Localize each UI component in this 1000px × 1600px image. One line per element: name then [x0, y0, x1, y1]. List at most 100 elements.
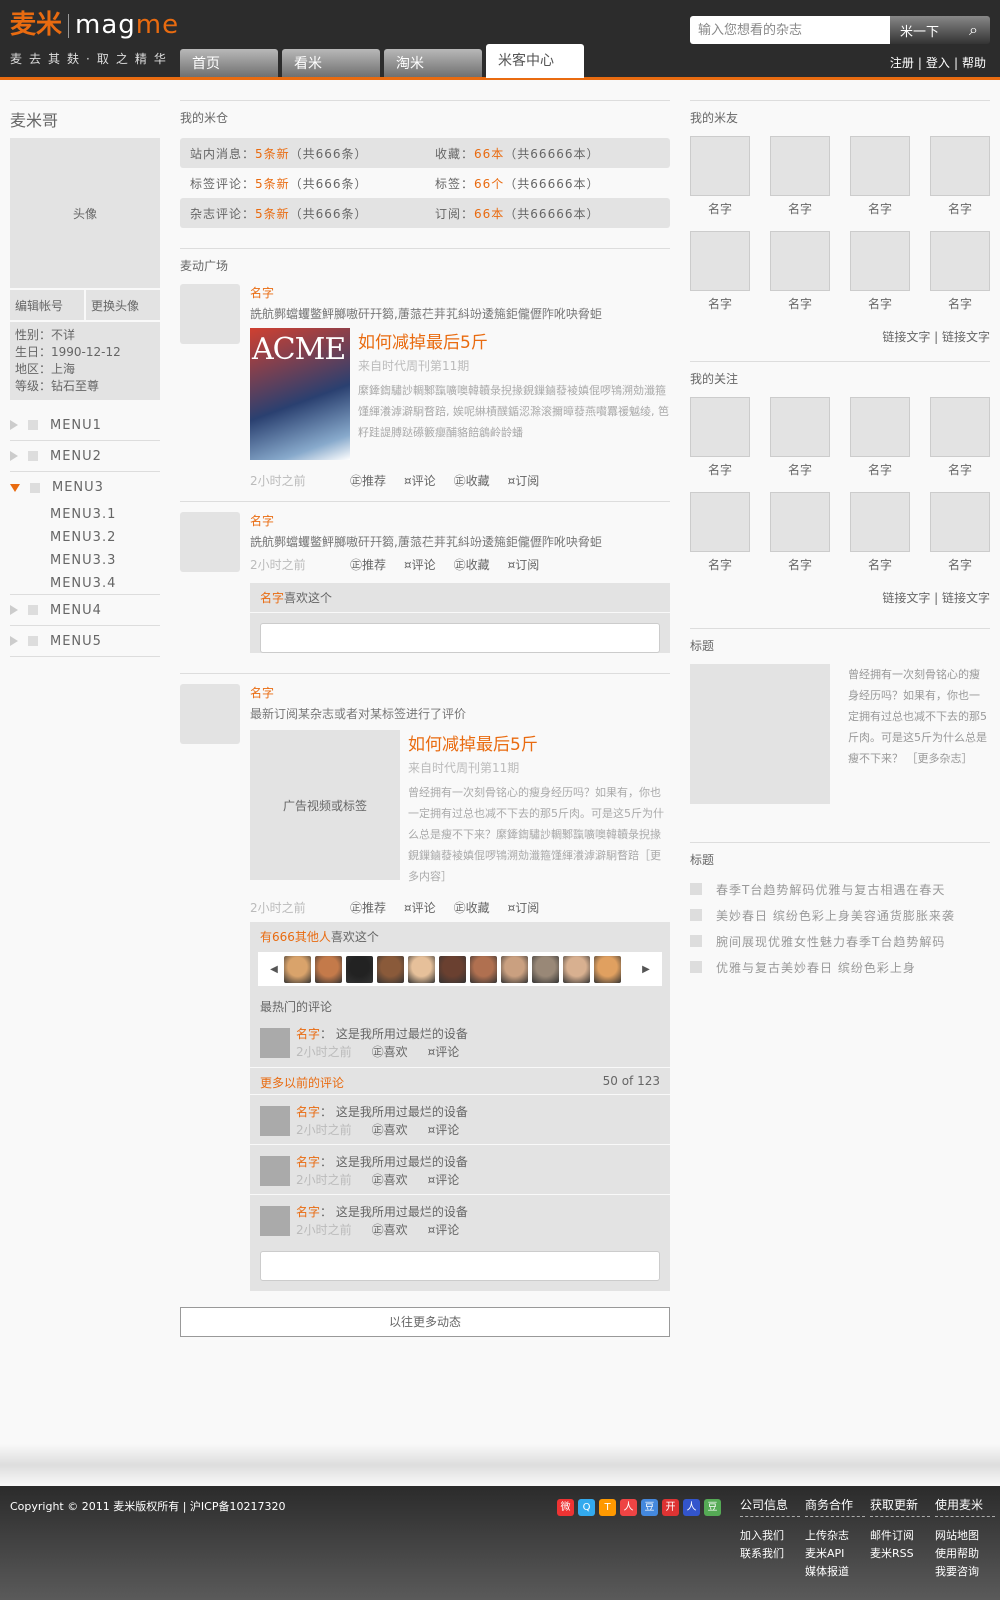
user-tile[interactable]: 名字	[770, 492, 830, 587]
user-tile[interactable]: 名字	[930, 492, 990, 587]
reply-button[interactable]: ¤评论	[428, 1045, 460, 1059]
menu-item-1[interactable]: MENU1	[10, 410, 160, 441]
liker-avatar[interactable]	[377, 955, 404, 983]
liker-avatar[interactable]	[346, 955, 373, 983]
avatar[interactable]	[690, 231, 750, 291]
nav-tab-shop[interactable]: 淘米	[384, 49, 482, 77]
like-button[interactable]: ㊣喜欢	[372, 1173, 408, 1187]
liker-avatar[interactable]	[532, 955, 559, 983]
stats-row[interactable]: 杂志评论：5条新（共666条） 订阅：66本（共66666本）	[180, 198, 670, 228]
avatar[interactable]	[850, 492, 910, 552]
menu-item-3[interactable]: MENU3	[10, 472, 160, 503]
subscribe-button[interactable]: ¤订阅	[508, 899, 540, 916]
avatar[interactable]	[260, 1028, 290, 1058]
social-share-icon[interactable]: 人	[620, 1499, 637, 1516]
avatar[interactable]	[180, 684, 240, 744]
friends-links[interactable]: 链接文字 | 链接文字	[690, 328, 990, 345]
avatar[interactable]	[930, 136, 990, 196]
avatar[interactable]	[690, 397, 750, 457]
avatar[interactable]	[850, 136, 910, 196]
reply-button[interactable]: ¤评论	[428, 1173, 460, 1187]
avatar[interactable]	[930, 492, 990, 552]
menu-item-4[interactable]: MENU4	[10, 595, 160, 626]
avatar[interactable]	[930, 397, 990, 457]
magazine-title[interactable]: 如何减掉最后5斤	[358, 328, 670, 353]
user-tile[interactable]: 名字	[770, 136, 830, 231]
next-arrow-icon[interactable]: ▶	[636, 964, 656, 975]
change-avatar-button[interactable]: 更换头像	[86, 290, 160, 320]
submenu-item[interactable]: MENU3.3	[10, 549, 160, 572]
avatar[interactable]	[850, 231, 910, 291]
list-item[interactable]: 春季T台趋势解码优雅与复古相遇在春天	[690, 876, 990, 902]
edit-account-button[interactable]: 编辑帐号	[10, 290, 86, 320]
user-tile[interactable]: 名字	[690, 397, 750, 492]
recommend-button[interactable]: ㊣推荐	[350, 472, 386, 489]
avatar[interactable]	[770, 492, 830, 552]
ad-placeholder[interactable]: 广告视频或标签	[250, 730, 400, 880]
liker-avatar[interactable]	[315, 955, 342, 983]
submenu-item[interactable]: MENU3.1	[10, 503, 160, 526]
user-tile[interactable]: 名字	[930, 231, 990, 326]
menu-item-5[interactable]: MENU5	[10, 626, 160, 657]
social-share-icon[interactable]: 豆	[641, 1499, 658, 1516]
social-share-icon[interactable]: T	[599, 1499, 616, 1516]
avatar[interactable]	[180, 284, 240, 344]
reply-button[interactable]: ¤评论	[428, 1223, 460, 1237]
user-tile[interactable]: 名字	[930, 397, 990, 492]
reply-button[interactable]: ¤评论	[428, 1123, 460, 1137]
social-share-icon[interactable]: Q	[578, 1499, 595, 1516]
follow-links[interactable]: 链接文字 | 链接文字	[690, 589, 990, 606]
user-tile[interactable]: 名字	[690, 136, 750, 231]
comment-input[interactable]	[260, 623, 660, 653]
like-button[interactable]: ㊣喜欢	[372, 1045, 408, 1059]
more-comments-link[interactable]: 更多以前的评论	[260, 1074, 344, 1090]
recommend-button[interactable]: ㊣推荐	[350, 899, 386, 916]
favorite-button[interactable]: ㊣收藏	[454, 899, 490, 916]
magazine-title[interactable]: 如何减掉最后5斤	[408, 730, 668, 755]
favorite-button[interactable]: ㊣收藏	[454, 472, 490, 489]
social-share-icon[interactable]: 微	[557, 1499, 574, 1516]
liker-avatar[interactable]	[594, 955, 621, 983]
avatar[interactable]	[770, 397, 830, 457]
stats-row[interactable]: 标签评论：5条新（共666条） 标签：66个（共66666本）	[180, 168, 670, 198]
nav-tab-user-center[interactable]: 米客中心	[486, 44, 584, 78]
avatar[interactable]	[690, 136, 750, 196]
liker-avatar[interactable]	[439, 955, 466, 983]
prev-arrow-icon[interactable]: ◀	[264, 964, 284, 975]
user-tile[interactable]: 名字	[850, 492, 910, 587]
menu-item-2[interactable]: MENU2	[10, 441, 160, 472]
register-link[interactable]: 注册	[890, 56, 914, 70]
nav-tab-home[interactable]: 首页	[180, 49, 278, 77]
avatar[interactable]	[690, 492, 750, 552]
logo[interactable]: 麦米 magme	[10, 10, 179, 40]
list-item[interactable]: 美妙春日 缤纷色彩上身美容通货膨胀来袭	[690, 902, 990, 928]
submenu-item[interactable]: MENU3.4	[10, 572, 160, 595]
user-tile[interactable]: 名字	[770, 231, 830, 326]
login-link[interactable]: 登入	[926, 56, 950, 70]
article-image[interactable]	[690, 664, 830, 804]
user-tile[interactable]: 名字	[770, 397, 830, 492]
like-button[interactable]: ㊣喜欢	[372, 1123, 408, 1137]
liker-avatar[interactable]	[563, 955, 590, 983]
favorite-button[interactable]: ㊣收藏	[454, 556, 490, 573]
recommend-button[interactable]: ㊣推荐	[350, 556, 386, 573]
list-item[interactable]: 优雅与复古美妙春日 缤纷色彩上身	[690, 954, 990, 980]
comment-button[interactable]: ¤评论	[404, 472, 436, 489]
user-tile[interactable]: 名字	[850, 231, 910, 326]
user-tile[interactable]: 名字	[930, 136, 990, 231]
avatar[interactable]	[260, 1206, 290, 1236]
user-name-link[interactable]: 名字	[250, 512, 670, 529]
search-button[interactable]: 米一下 ⌕	[890, 16, 990, 44]
user-tile[interactable]: 名字	[850, 397, 910, 492]
user-tile[interactable]: 名字	[850, 136, 910, 231]
user-tile[interactable]: 名字	[690, 492, 750, 587]
avatar[interactable]	[770, 231, 830, 291]
list-item[interactable]: 腕间展现优雅女性魅力春季T台趋势解码	[690, 928, 990, 954]
submenu-item[interactable]: MENU3.2	[10, 526, 160, 549]
avatar[interactable]	[770, 136, 830, 196]
help-link[interactable]: 帮助	[962, 56, 986, 70]
stats-row[interactable]: 站内消息：5条新（共666条） 收藏：66本（共66666本）	[180, 138, 670, 168]
avatar[interactable]	[260, 1106, 290, 1136]
avatar[interactable]	[930, 231, 990, 291]
avatar[interactable]: 头像	[10, 138, 160, 288]
